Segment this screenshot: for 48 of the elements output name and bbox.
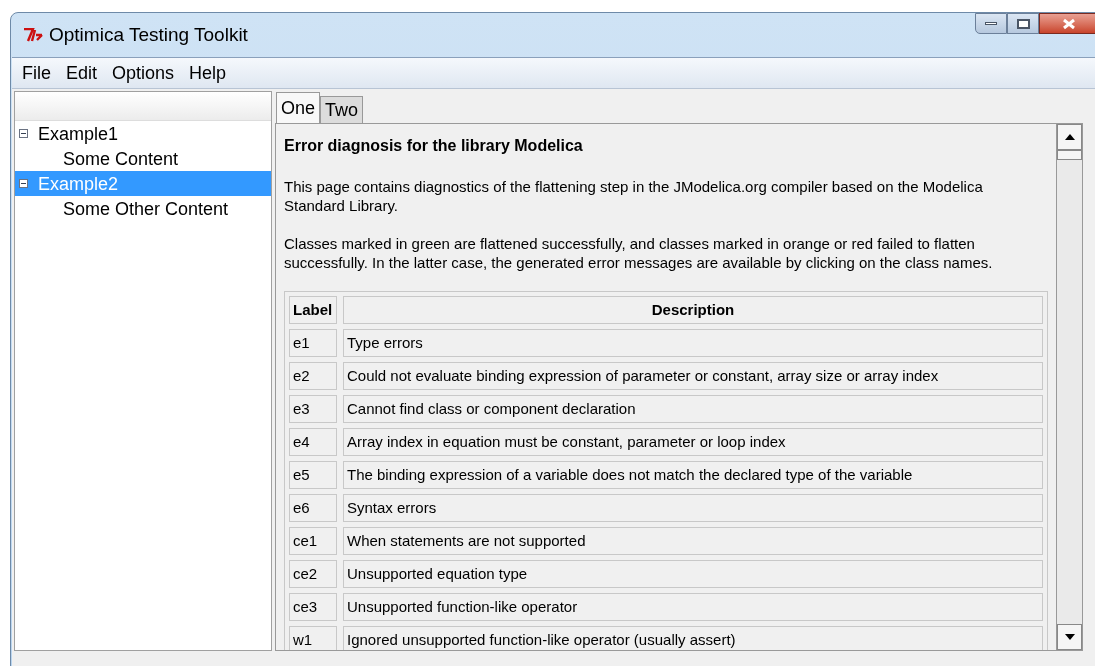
table-cell: e6 <box>289 494 337 522</box>
table-cell: ce1 <box>289 527 337 555</box>
close-icon <box>1061 17 1077 30</box>
table-cell: w1 <box>289 626 337 650</box>
column-header: Description <box>343 296 1043 324</box>
table-cell: Ignored unsupported function-like operator (usually assert) <box>343 626 1043 650</box>
scroll-up-button[interactable] <box>1057 124 1082 150</box>
tab[interactable]: One <box>276 92 321 123</box>
window-title: Optimica Testing Toolkit <box>49 22 248 47</box>
table-cell: e4 <box>289 428 337 456</box>
table-cell: ce2 <box>289 560 337 588</box>
menu-item[interactable]: Options <box>112 59 175 87</box>
table-cell: Could not evaluate binding expression of parameter or constant, array size or array index <box>343 362 1043 390</box>
close-button[interactable] <box>1039 13 1095 34</box>
menu-item[interactable]: Edit <box>66 59 98 87</box>
table-cell: Syntax errors <box>343 494 1043 522</box>
table-cell: Array index in equation must be constant, parameter or loop index <box>343 428 1043 456</box>
table-cell: e5 <box>289 461 337 489</box>
tab[interactable]: Two <box>320 96 364 123</box>
menu-item[interactable]: File <box>22 59 51 87</box>
table-cell: Type errors <box>343 329 1043 357</box>
table-cell: e2 <box>289 362 337 390</box>
maximize-button[interactable] <box>1007 13 1039 34</box>
minimize-button[interactable] <box>975 13 1007 34</box>
down-arrow-icon <box>1064 634 1075 640</box>
table-cell: Cannot find class or component declaration <box>343 395 1043 423</box>
app-logo-icon <box>23 27 43 43</box>
table-cell: Unsupported equation type <box>343 560 1043 588</box>
tree-item[interactable]: Some Content <box>63 149 179 168</box>
table-cell: The binding expression of a variable does not match the declared type of the variable <box>343 461 1043 489</box>
scroll-thumb[interactable] <box>1057 150 1082 160</box>
paragraph: This page contains diagnostics of the flattening step in the JModelica.org compiler based on the Modelica Standard Library. <box>284 177 984 215</box>
table-cell: e3 <box>289 395 337 423</box>
paragraph: Classes marked in green are flattened successfully, and classes marked in orange or red failed to flatten successfully. In the latter case, the generated error messages are available by clicking on the class names. <box>284 234 994 272</box>
table-cell: When statements are not supported <box>343 527 1043 555</box>
up-arrow-icon <box>1064 134 1075 140</box>
scroll-down-button[interactable] <box>1057 624 1082 650</box>
collapse-icon[interactable] <box>19 129 28 138</box>
menu-item[interactable]: Help <box>189 59 227 87</box>
column-header: Label <box>289 296 337 324</box>
table-cell: ce3 <box>289 593 337 621</box>
tree-item[interactable]: Example1 <box>38 124 119 143</box>
scrollbar[interactable] <box>1056 124 1082 650</box>
tree-item[interactable]: Some Other Content <box>63 199 229 218</box>
table-cell: Unsupported function-like operator <box>343 593 1043 621</box>
table-cell: e1 <box>289 329 337 357</box>
page-heading: Error diagnosis for the library Modelica <box>284 136 584 156</box>
collapse-icon[interactable] <box>19 179 28 188</box>
